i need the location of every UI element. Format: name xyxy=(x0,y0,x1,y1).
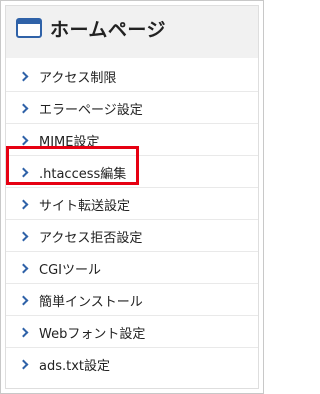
chevron-right-icon xyxy=(18,135,29,145)
menu-item-label: エラーページ設定 xyxy=(39,102,143,118)
menu-item-label: Webフォント設定 xyxy=(39,326,146,342)
menu-item-label: CGIツール xyxy=(39,262,101,278)
chevron-right-icon xyxy=(18,231,29,241)
menu-item-label: アクセス拒否設定 xyxy=(39,230,143,246)
chevron-right-icon xyxy=(18,71,29,81)
menu-item-error-page[interactable]: エラーページ設定 xyxy=(6,92,258,124)
sidebar-panel: ホームページ アクセス制限 エラーページ設定 MIME設定 .htaccess編… xyxy=(5,5,259,389)
sidebar-title: ホームページ xyxy=(50,18,167,41)
chevron-right-icon xyxy=(18,295,29,305)
menu-item-access-restriction[interactable]: アクセス制限 xyxy=(6,60,258,92)
sidebar-header: ホームページ xyxy=(6,6,258,50)
menu-item-access-deny[interactable]: アクセス拒否設定 xyxy=(6,220,258,252)
menu-item-label: 簡単インストール xyxy=(39,294,143,310)
chevron-right-icon xyxy=(18,327,29,337)
menu-item-cgi-tools[interactable]: CGIツール xyxy=(6,252,258,284)
menu-item-web-font[interactable]: Webフォント設定 xyxy=(6,316,258,348)
sidebar-menu: アクセス制限 エラーページ設定 MIME設定 .htaccess編集 サイト転送… xyxy=(6,58,258,388)
menu-item-ads-txt[interactable]: ads.txt設定 xyxy=(6,348,258,380)
window-icon xyxy=(16,18,42,38)
menu-item-easy-install[interactable]: 簡単インストール xyxy=(6,284,258,316)
menu-item-site-redirect[interactable]: サイト転送設定 xyxy=(6,188,258,220)
highlight-box xyxy=(6,146,139,185)
chevron-right-icon xyxy=(18,359,29,369)
chevron-right-icon xyxy=(18,103,29,113)
menu-item-label: ads.txt設定 xyxy=(39,358,111,374)
menu-item-label: サイト転送設定 xyxy=(39,198,131,214)
chevron-right-icon xyxy=(18,263,29,273)
chevron-right-icon xyxy=(18,199,29,209)
screenshot-frame: ホームページ アクセス制限 エラーページ設定 MIME設定 .htaccess編… xyxy=(0,0,264,394)
menu-item-label: アクセス制限 xyxy=(39,70,117,86)
